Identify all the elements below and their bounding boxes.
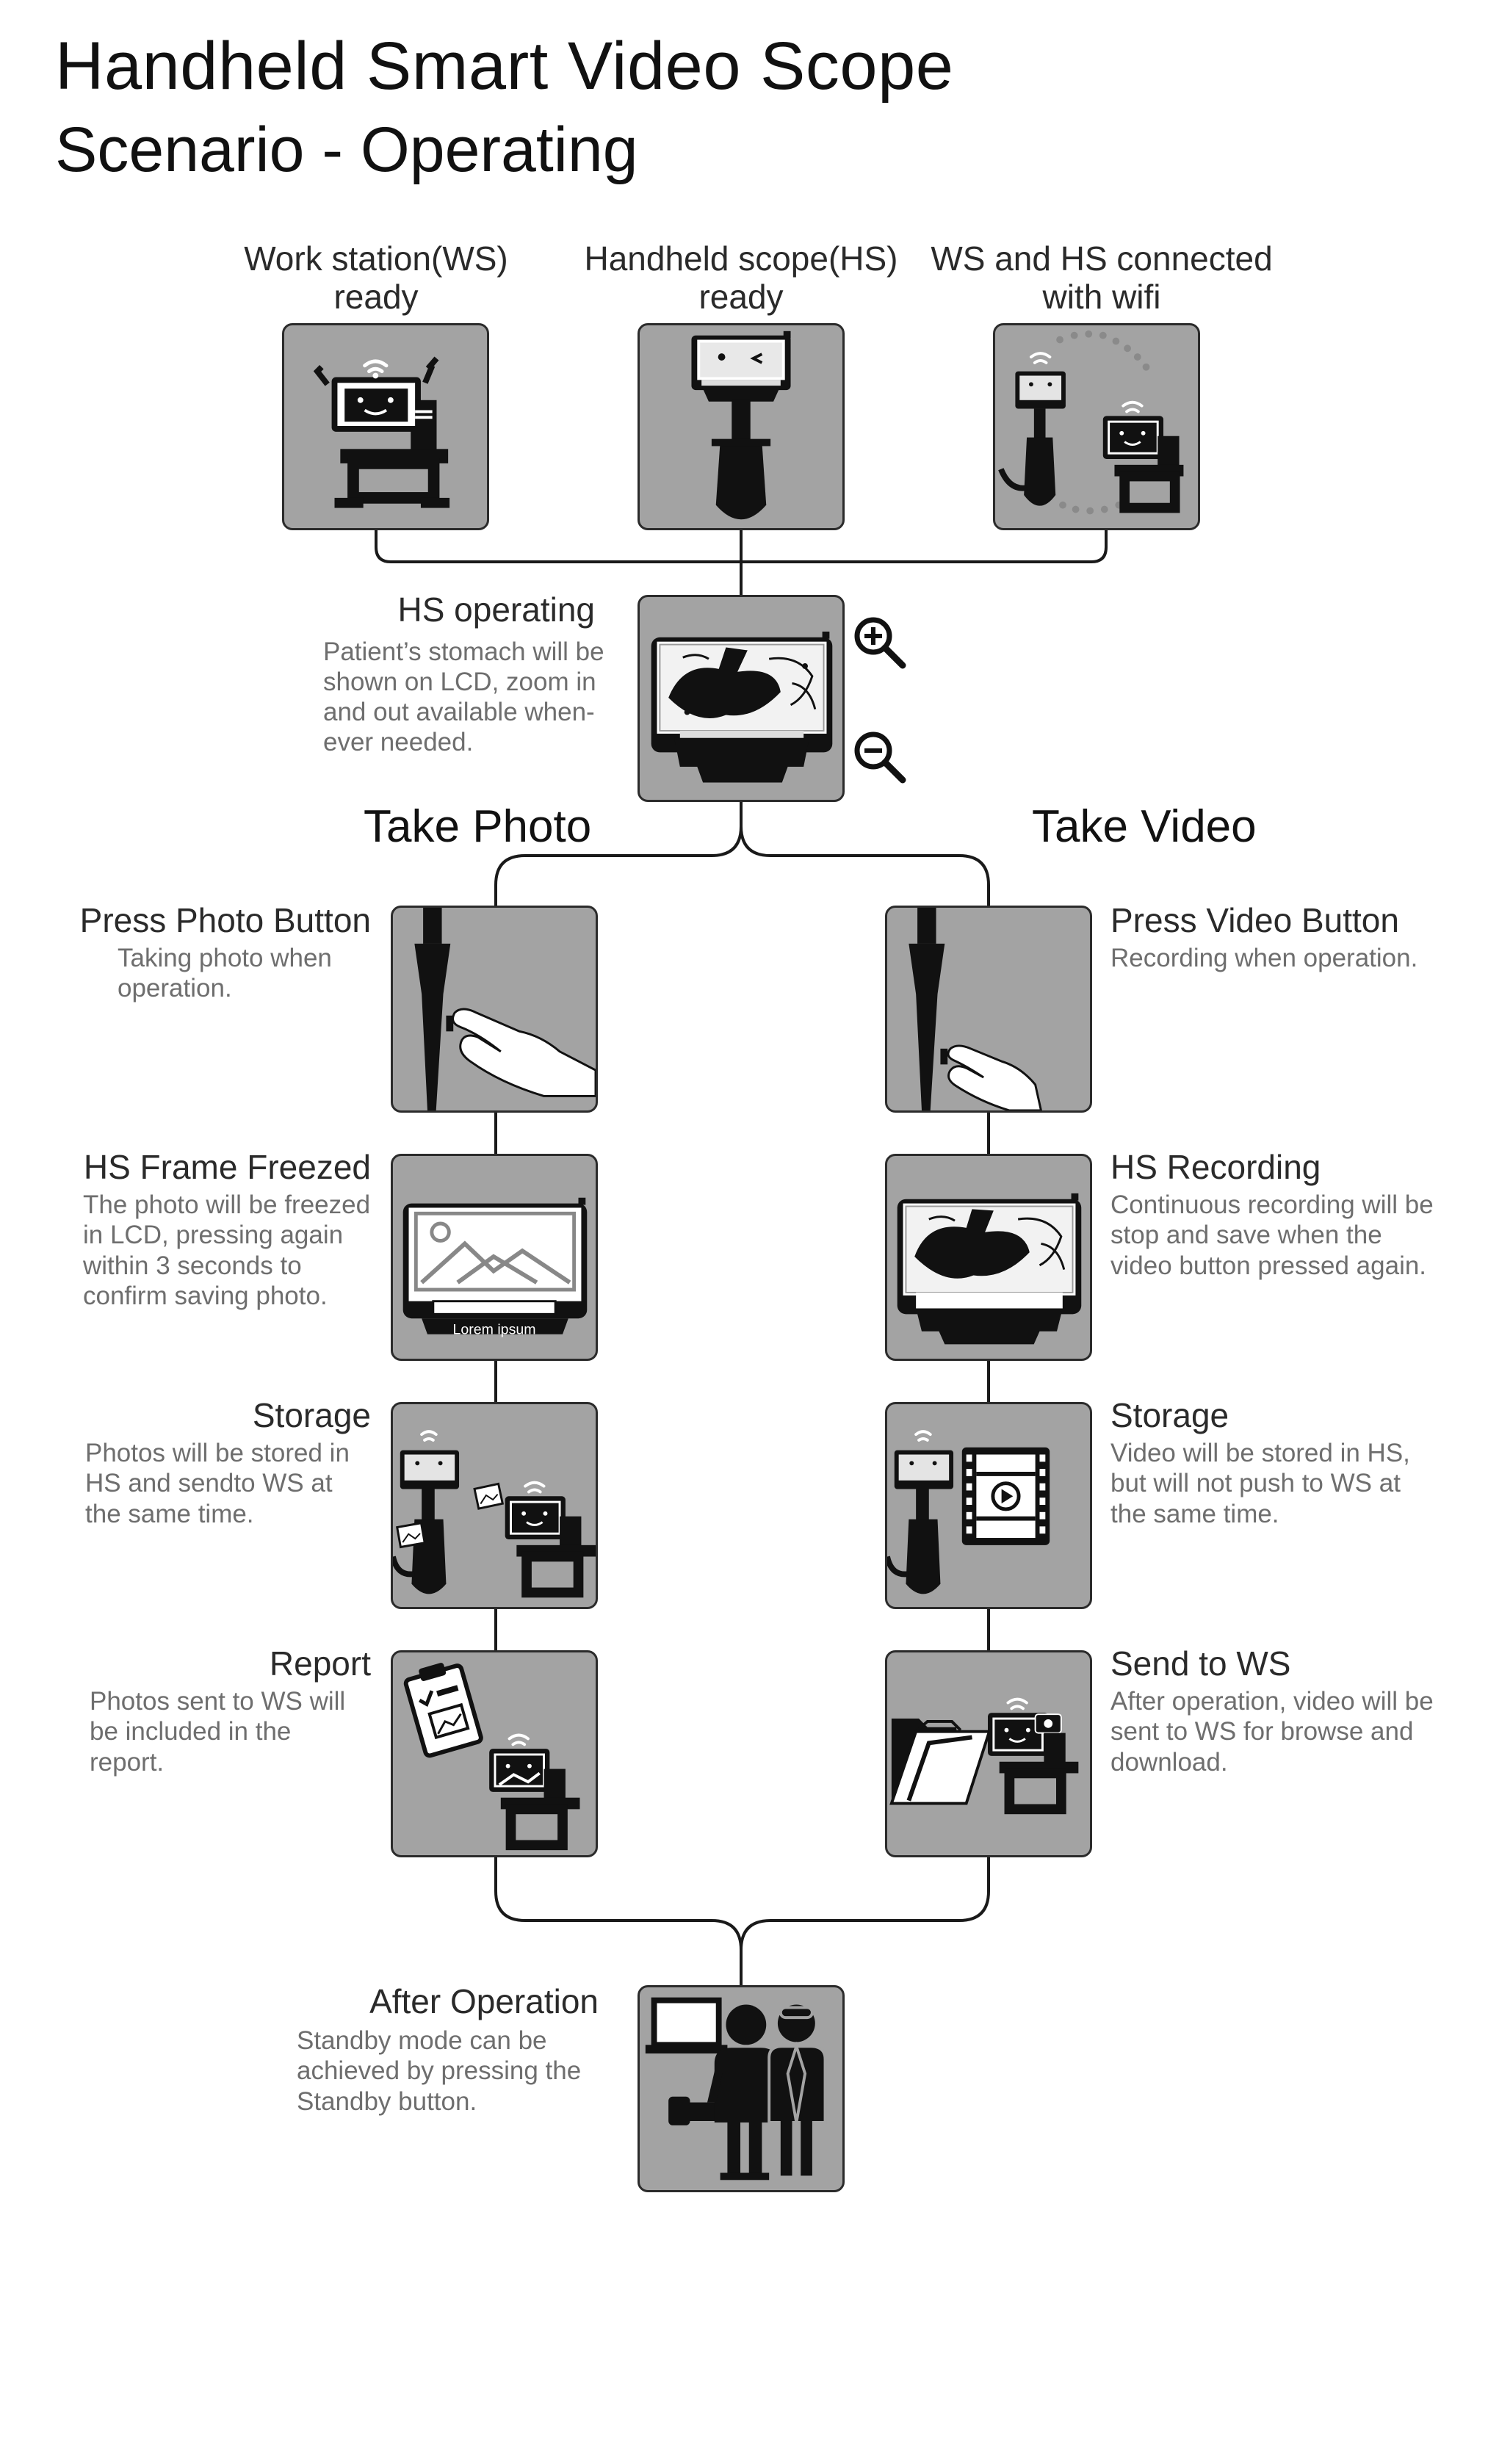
photo-step-1-label: Press Photo Button [73,901,371,940]
step-title: Report [269,1644,371,1683]
handheld-scope-icon [691,330,791,520]
page-title: Handheld Smart Video Scope [55,29,954,104]
step-label-after-operation: After Operation [294,1982,599,2021]
workstation-robot-icon [313,356,450,508]
branch-heading-video: Take Video [1032,801,1257,852]
video-file-icon [887,1430,1050,1594]
step-title: with wifi [1042,277,1161,316]
video-step-4-label: Send to WS [1110,1644,1291,1683]
photo-step-3-description: Photos will be stored in HS and sendto W… [85,1439,350,1528]
panel-press-photo-button [391,906,598,1113]
photo-step-2-label: HS Frame Freezed [73,1148,371,1187]
step-title: ready [698,277,784,316]
panel-photo-storage [391,1402,598,1609]
step-title: HS Frame Freezed [83,1148,371,1186]
finger-press-button-icon [414,908,596,1110]
report-clipboard-icon [403,1663,580,1851]
photo-step-4-description: Photos sent to WS will be included in th… [90,1687,346,1777]
video-step-1-label: Press Video Button [1110,901,1399,939]
photo-step-2-description: The photo will be freezed in LCD, pressi… [83,1191,371,1310]
step-title: WS and HS connected [931,239,1273,278]
panel-hs-recording [885,1154,1092,1361]
panel-video-storage [885,1402,1092,1609]
panel-handheld-ready [638,323,845,530]
step-title: HS operating [397,590,596,629]
panel-frame-freezed: Lorem ipsum [391,1154,598,1361]
folder-transfer-icon [889,1697,1079,1815]
step-label-operating: HS operating Patient’s stomach will be s… [323,590,617,758]
video-step-4-description: After operation, video will be sent to W… [1110,1687,1434,1777]
step-title: Storage [252,1396,371,1434]
photo-transfer-icon [393,1430,596,1598]
video-step-3-label: Storage [1110,1396,1229,1434]
step-label-handheld: Handheld scope(HS) ready [576,239,906,316]
photo-step-1-description: Taking photo when operation. [118,944,332,1003]
step-title: After Operation [369,1982,599,2020]
page-subtitle: Scenario - Operating [55,115,638,185]
doctor-patient-icon [645,1997,827,2181]
panel-press-video-button [885,906,1092,1113]
step-title: Press Photo Button [79,901,371,939]
photo-step-3-label: Storage [73,1396,371,1435]
video-step-2-description: Continuous recording will be stop and sa… [1110,1191,1434,1280]
zoom-out-icon[interactable] [850,727,909,786]
photo-step-4-label: Report [73,1644,371,1683]
video-step-3-description: Video will be stored in HS, but will not… [1110,1439,1410,1528]
step-description: Patient’s stomach will be shown on LCD, … [323,637,604,757]
video-step-2-label: HS Recording [1110,1148,1321,1186]
video-step-1-description: Recording when operation. [1110,944,1418,972]
wifi-connection-icon [998,330,1184,515]
frozen-photo-screen-icon: Lorem ipsum [402,1197,588,1338]
lcd-stomach-view-icon [651,631,833,783]
finger-press-button-icon [909,908,1042,1110]
panel-report [391,1650,598,1857]
step-label-connected: WS and HS connected with wifi [925,239,1278,316]
branch-heading-photo: Take Photo [364,801,592,852]
zoom-in-icon[interactable] [850,613,909,671]
panel-after-operation [638,1985,845,2192]
step-title: ready [333,277,419,316]
lcd-stomach-view-icon [897,1193,1082,1345]
step-label-workstation: Work station(WS) ready [244,239,508,316]
after-operation-description: Standby mode can be achieved by pressing… [297,2026,582,2116]
panel-workstation-ready [282,323,489,530]
step-title: Handheld scope(HS) [584,239,898,278]
panel-hs-operating [638,595,845,802]
panel-send-to-ws [885,1650,1092,1857]
step-title: Work station(WS) [244,239,508,278]
screen-caption: Lorem ipsum [452,1322,535,1338]
panel-wifi-connected [993,323,1200,530]
